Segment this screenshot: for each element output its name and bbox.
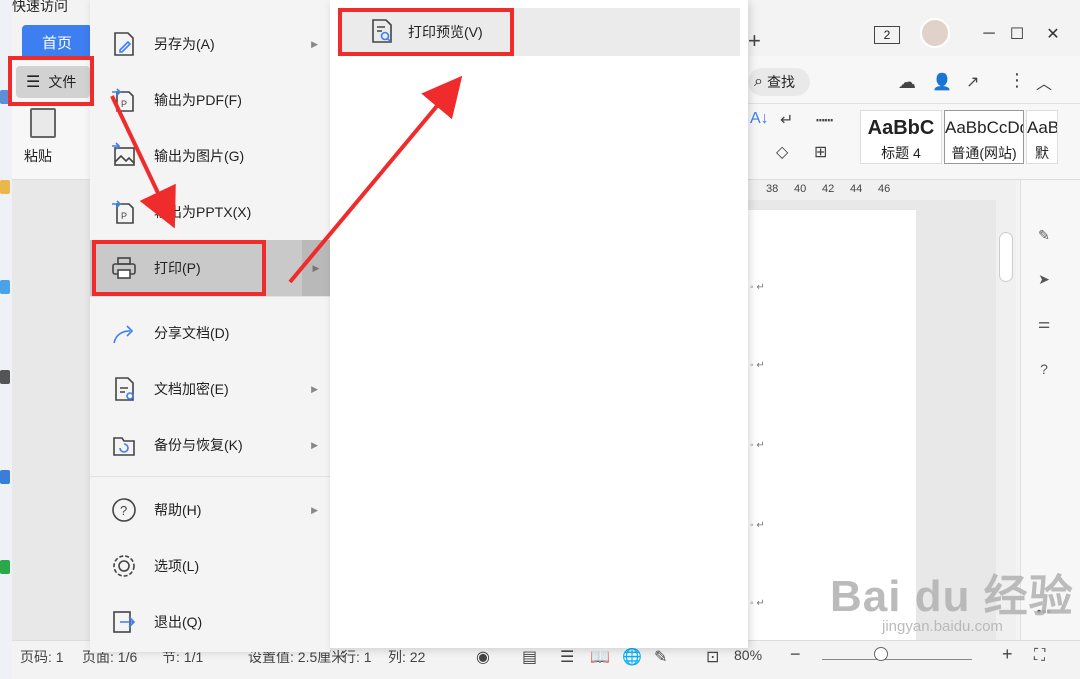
- watermark-main: Bai du 经验: [830, 572, 1074, 621]
- arrow-to-print: [110, 95, 176, 229]
- arrow-to-print-preview: [288, 75, 463, 284]
- baidu-watermark: Bai du 经验 jingyan.baidu.com: [830, 560, 1074, 635]
